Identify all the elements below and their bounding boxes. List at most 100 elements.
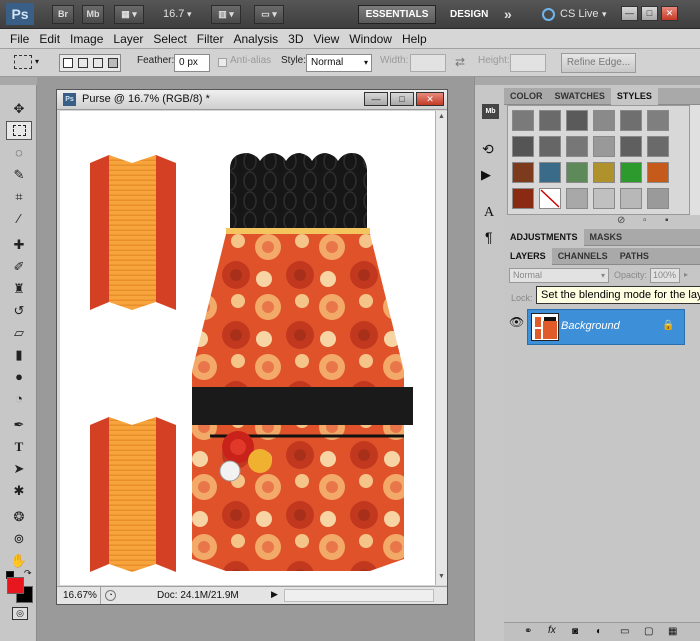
- 3d-orbit-tool-icon[interactable]: ⊚: [6, 529, 32, 548]
- quick-mask-icon[interactable]: ◎: [12, 607, 28, 620]
- tab-masks[interactable]: MASKS: [584, 229, 629, 246]
- clear-style-icon[interactable]: ⊘: [617, 215, 625, 226]
- lasso-tool-icon[interactable]: ◌: [6, 143, 32, 162]
- antialias-checkbox[interactable]: [218, 58, 227, 67]
- marquee-tool-icon[interactable]: [6, 121, 32, 140]
- scroll-up-icon[interactable]: ▲: [438, 113, 445, 120]
- type-tool-icon[interactable]: T: [6, 437, 32, 456]
- tab-channels[interactable]: CHANNELS: [552, 248, 614, 265]
- clone-stamp-tool-icon[interactable]: ♜: [6, 279, 32, 298]
- adjustment-layer-icon[interactable]: ◐: [596, 626, 602, 637]
- healing-brush-tool-icon[interactable]: ✚: [6, 235, 32, 254]
- style-swatch[interactable]: [620, 188, 642, 209]
- mini-bridge-button[interactable]: Mb: [82, 5, 104, 24]
- layer-style-icon[interactable]: fx: [548, 625, 556, 636]
- paragraph-panel-icon[interactable]: ¶: [485, 229, 493, 245]
- document-canvas[interactable]: [60, 111, 435, 585]
- style-swatch[interactable]: [539, 110, 561, 131]
- style-select[interactable]: Normal ▾: [306, 54, 372, 72]
- menu-3d[interactable]: 3D: [283, 29, 308, 49]
- style-swatch[interactable]: [647, 136, 669, 157]
- minimize-button[interactable]: —: [621, 6, 638, 21]
- history-panel-icon[interactable]: ⟲: [482, 141, 494, 158]
- tab-paths[interactable]: PATHS: [614, 248, 655, 265]
- style-swatch[interactable]: [620, 110, 642, 131]
- opacity-dropdown-icon[interactable]: ▸: [684, 270, 688, 279]
- style-swatch[interactable]: [620, 162, 642, 183]
- document-close-button[interactable]: ✕: [416, 92, 444, 106]
- status-arrow-icon[interactable]: ▶: [271, 589, 278, 600]
- cs-live-button[interactable]: CS Live: [560, 0, 599, 29]
- menu-layer[interactable]: Layer: [108, 29, 148, 49]
- blend-mode-select[interactable]: Normal ▾: [509, 268, 609, 283]
- add-mask-icon[interactable]: ◙: [572, 626, 578, 637]
- style-swatch[interactable]: [593, 162, 615, 183]
- style-swatch[interactable]: [593, 188, 615, 209]
- menu-filter[interactable]: Filter: [192, 29, 229, 49]
- opacity-input[interactable]: 100%: [650, 268, 680, 283]
- shape-tool-icon[interactable]: ✱: [6, 481, 32, 500]
- style-swatch[interactable]: [539, 136, 561, 157]
- tab-swatches[interactable]: SWATCHES: [549, 88, 611, 105]
- new-layer-icon[interactable]: ▢: [644, 626, 653, 637]
- eraser-tool-icon[interactable]: ▱: [6, 323, 32, 342]
- document-minimize-button[interactable]: —: [364, 92, 388, 106]
- menu-analysis[interactable]: Analysis: [228, 29, 283, 49]
- document-zoom-field[interactable]: 16.67%: [57, 587, 101, 604]
- workspace-design-button[interactable]: DESIGN: [450, 0, 488, 29]
- menu-help[interactable]: Help: [397, 29, 432, 49]
- document-horizontal-scrollbar[interactable]: [284, 589, 434, 602]
- style-swatch[interactable]: [512, 110, 534, 131]
- eyedropper-tool-icon[interactable]: ⁄: [6, 209, 32, 228]
- style-swatch[interactable]: [512, 136, 534, 157]
- dodge-tool-icon[interactable]: ◔: [6, 389, 32, 408]
- style-swatch[interactable]: [593, 110, 615, 131]
- style-swatch[interactable]: [647, 188, 669, 209]
- new-selection-icon[interactable]: [63, 58, 73, 68]
- maximize-button[interactable]: □: [641, 6, 658, 21]
- pen-tool-icon[interactable]: ✒: [6, 415, 32, 434]
- workspace-essentials-button[interactable]: ESSENTIALS: [358, 5, 436, 24]
- feather-input[interactable]: 0 px: [174, 54, 210, 72]
- crop-tool-icon[interactable]: ⌗: [6, 187, 32, 206]
- gradient-tool-icon[interactable]: ▮: [6, 345, 32, 364]
- panels-header[interactable]: [504, 77, 700, 85]
- preset-dropdown-icon[interactable]: ▾: [35, 57, 39, 66]
- zoom-level[interactable]: 16.7: [163, 0, 184, 29]
- actions-panel-icon[interactable]: ▶: [481, 167, 491, 183]
- style-swatch[interactable]: [620, 136, 642, 157]
- new-style-icon[interactable]: ▫: [643, 215, 647, 226]
- brush-tool-icon[interactable]: ✐: [6, 257, 32, 276]
- tab-color[interactable]: COLOR: [504, 88, 549, 105]
- swap-colors-icon[interactable]: ↷: [24, 568, 32, 579]
- style-swatch[interactable]: [539, 162, 561, 183]
- layer-row-background[interactable]: Background 🔒: [527, 309, 685, 345]
- bridge-button[interactable]: Br: [52, 5, 74, 24]
- menu-view[interactable]: View: [308, 29, 344, 49]
- delete-style-icon[interactable]: ▪: [665, 215, 669, 226]
- add-selection-icon[interactable]: [78, 58, 88, 68]
- quick-selection-tool-icon[interactable]: ✎: [6, 165, 32, 184]
- move-tool-icon[interactable]: ✥: [6, 99, 32, 118]
- tab-styles[interactable]: STYLES: [610, 88, 658, 105]
- cs-live-dropdown-icon[interactable]: ▾: [602, 0, 607, 29]
- menu-edit[interactable]: Edit: [34, 29, 65, 49]
- menu-select[interactable]: Select: [148, 29, 191, 49]
- path-selection-tool-icon[interactable]: ➤: [6, 459, 32, 478]
- style-swatch[interactable]: [566, 162, 588, 183]
- foreground-color-swatch[interactable]: [7, 577, 24, 594]
- 3d-rotate-tool-icon[interactable]: ❂: [6, 507, 32, 526]
- document-title-bar[interactable]: Ps Purse @ 16.7% (RGB/8) * — □ ✕: [57, 90, 447, 110]
- swap-dimensions-icon[interactable]: ⇄: [455, 55, 465, 69]
- close-button[interactable]: ✕: [661, 6, 678, 21]
- status-menu-icon[interactable]: ◔: [105, 590, 116, 601]
- width-input[interactable]: [410, 54, 446, 72]
- history-brush-tool-icon[interactable]: ↺: [6, 301, 32, 320]
- layer-visibility-eye-icon[interactable]: 👁: [509, 315, 524, 329]
- delete-layer-icon[interactable]: ▦: [668, 626, 677, 637]
- tab-adjustments[interactable]: ADJUSTMENTS: [504, 229, 584, 246]
- height-input[interactable]: [510, 54, 546, 72]
- marquee-preset-icon[interactable]: [14, 55, 32, 69]
- dock-header[interactable]: [475, 77, 505, 85]
- style-swatch[interactable]: [647, 110, 669, 131]
